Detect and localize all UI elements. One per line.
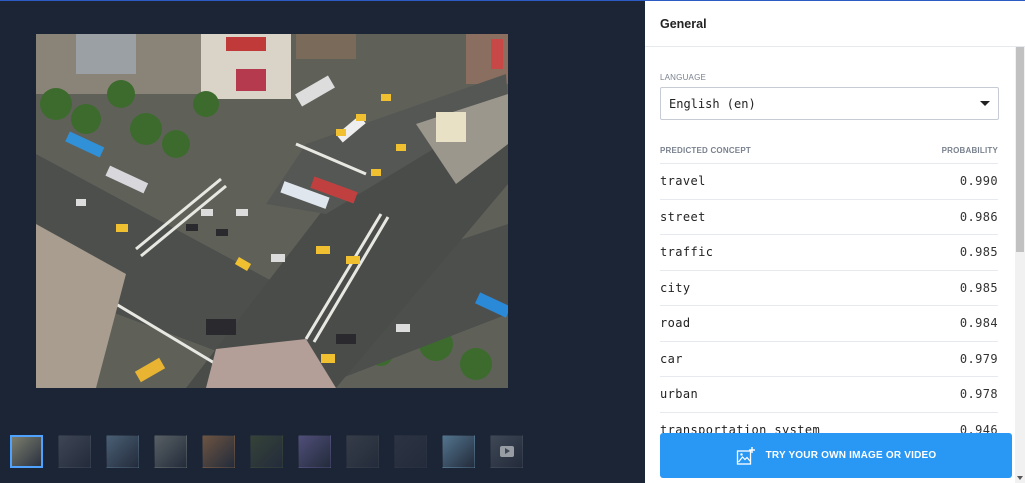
predictions-list: travel 0.990 street 0.986 traffic 0.985 city 0.…: [660, 164, 999, 448]
prediction-row: urban 0.978: [660, 377, 998, 413]
thumb-video[interactable]: [490, 435, 523, 468]
prediction-probability: 0.990: [959, 174, 998, 189]
prediction-concept: street: [660, 209, 706, 224]
prediction-probability: 0.986: [959, 209, 998, 224]
scroll-down-arrow-icon[interactable]: [1017, 476, 1023, 480]
prediction-row: street 0.986: [660, 200, 998, 235]
thumb-sunset-landscape[interactable]: [202, 435, 235, 468]
thumb-person-blue[interactable]: [106, 435, 139, 468]
city-intersection-photo: [36, 34, 508, 388]
prediction-concept: city: [660, 280, 691, 295]
prediction-row: road 0.984: [660, 306, 998, 342]
prediction-row: travel 0.990: [660, 164, 998, 200]
panel-title: General: [645, 1, 1025, 47]
probability-header: PROBABILITY: [941, 146, 998, 155]
predictions-table-header: PREDICTED CONCEPT PROBABILITY: [660, 146, 998, 164]
chevron-down-icon: [980, 101, 990, 106]
play-triangle-icon: [505, 448, 510, 454]
thumb-beach[interactable]: [442, 435, 475, 468]
thumb-sky[interactable]: [298, 435, 331, 468]
prediction-concept: traffic: [660, 245, 714, 260]
thumb-building[interactable]: [154, 435, 187, 468]
thumb-city-intersection[interactable]: [10, 435, 43, 468]
predicted-concept-header: PREDICTED CONCEPT: [660, 146, 751, 155]
add-image-icon: [736, 446, 755, 465]
main-preview-image: [36, 34, 508, 388]
scrollbar-thumb[interactable]: [1016, 47, 1024, 252]
panel-scrollbar[interactable]: [1015, 47, 1025, 483]
language-value: English (en): [669, 96, 756, 111]
panel-body: LANGUAGE English (en) PREDICTED CONCEPT …: [645, 47, 1013, 483]
play-icon: [500, 446, 514, 457]
prediction-concept: travel: [660, 174, 706, 189]
prediction-probability: 0.978: [959, 387, 998, 402]
prediction-concept: urban: [660, 387, 699, 402]
predictions-panel: General LANGUAGE English (en) PREDICTED …: [645, 0, 1025, 483]
thumbnail-strip: [10, 435, 523, 469]
prediction-probability: 0.984: [959, 316, 998, 331]
prediction-probability: 0.985: [959, 280, 998, 295]
prediction-concept: car: [660, 351, 683, 366]
image-viewer: [0, 0, 645, 483]
prediction-row: car 0.979: [660, 342, 998, 377]
try-your-own-image-button[interactable]: TRY YOUR OWN IMAGE OR VIDEO: [660, 433, 1012, 478]
prediction-row: traffic 0.985: [660, 235, 998, 271]
prediction-probability: 0.985: [959, 245, 998, 260]
prediction-concept: road: [660, 316, 691, 331]
thumb-dog[interactable]: [250, 435, 283, 468]
prediction-row: city 0.985: [660, 271, 998, 306]
language-select[interactable]: English (en): [660, 87, 999, 120]
thumb-street-dark[interactable]: [346, 435, 379, 468]
thumb-road[interactable]: [58, 435, 91, 468]
language-label: LANGUAGE: [660, 73, 707, 82]
thumb-light-beams[interactable]: [394, 435, 427, 468]
prediction-probability: 0.979: [959, 351, 998, 366]
try-button-label: TRY YOUR OWN IMAGE OR VIDEO: [765, 450, 937, 461]
